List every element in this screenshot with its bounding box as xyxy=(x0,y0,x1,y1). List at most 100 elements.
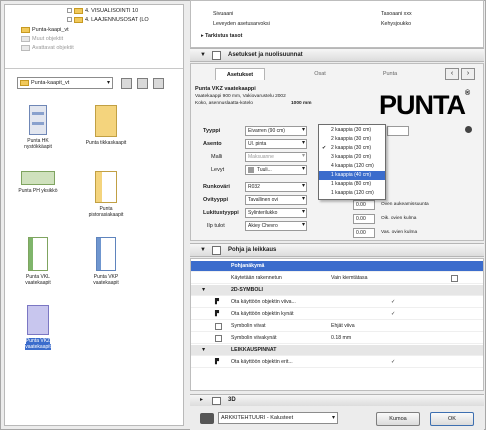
library-item[interactable]: Punta pistorasiakaapit xyxy=(83,171,129,218)
prop-row[interactable]: Käytetään rakennetun Vain kiemtätasa xyxy=(191,273,483,284)
library-item[interactable]: Punta PH yksikkö xyxy=(15,171,61,194)
layer-icon xyxy=(200,413,214,424)
list-view-icon[interactable] xyxy=(153,78,164,89)
prev-button[interactable]: ‹ xyxy=(445,68,459,80)
chevron-down-icon: ▾ xyxy=(331,415,335,421)
next-button[interactable]: › xyxy=(461,68,475,80)
ovityyppi-label: Ovityyppi xyxy=(203,197,229,203)
chevron-down-icon: ▾ xyxy=(301,222,305,228)
oik-kulma-label: Oik. ovien kulma xyxy=(381,216,417,221)
tree-item[interactable]: Muut objektit xyxy=(21,35,63,43)
chevron-down-icon: ▾ xyxy=(106,80,110,86)
tree-item[interactable]: Avattavat objektit xyxy=(21,44,74,52)
vas-kulma-value[interactable]: 0.00 xyxy=(353,228,375,238)
library-pane: 4. VISUALISOINTI 10 4. LAAJENNUSOSAT (LO… xyxy=(4,4,184,426)
folder-icon xyxy=(21,35,30,42)
aukeamis-label: Oven aukeamissuunta xyxy=(381,202,429,207)
section-layers[interactable]: ▸ Tarkistus tasot xyxy=(201,33,242,39)
cabinet-blue-open-icon xyxy=(96,237,116,271)
library-item[interactable]: Punta tikkaskaapit xyxy=(83,105,129,146)
aukeamis-value[interactable]: 0.00 xyxy=(353,200,375,210)
expand-icon[interactable]: ▸ xyxy=(200,395,203,406)
ok-button[interactable]: OK xyxy=(430,412,474,426)
dropdown-option[interactable]: 3 kaappia (20 cm) xyxy=(319,153,385,162)
ovityyppi-select[interactable]: Tavallinen ovi ▾ xyxy=(245,195,307,205)
library-item[interactable]: Punta VKP vaatekaapit xyxy=(83,237,129,286)
ilp-select[interactable]: Akiey Chevro ▾ xyxy=(245,221,307,231)
prop-key: Leveyden asetusarvoksi xyxy=(213,21,270,27)
dropdown-option-selected[interactable]: 1 kaappia (40 cm) xyxy=(319,171,385,180)
library-item[interactable]: Punta HK nystökkäapit xyxy=(15,105,61,150)
floorplan-icon xyxy=(212,246,221,255)
collapse-icon[interactable]: ▼ xyxy=(200,244,206,256)
dropdown-option[interactable]: 2 kaappia (30 cm) xyxy=(319,135,385,144)
prop-row-pohjanakyma[interactable]: Pohjanäkymä xyxy=(191,261,483,272)
chevron-down-icon: ▾ xyxy=(301,166,305,172)
lukitus-select[interactable]: Sylinterilukko ▾ xyxy=(245,208,307,218)
tyyppi-select[interactable]: Eivarren (90 cm) ▾ xyxy=(245,126,307,136)
prop-row[interactable]: ▛ Ota käyttöön objektin kynät ✓ xyxy=(191,309,483,320)
prop-group[interactable]: ▼ 2D-SYMBOLI xyxy=(191,285,483,296)
chevron-down-icon: ▾ xyxy=(301,209,305,215)
runkovari-select[interactable]: R032 ▾ xyxy=(245,182,307,192)
cancel-button[interactable]: Kumoa xyxy=(376,412,420,426)
dialog-footer: ARKKITEHTUURI - Kalusteet ▾ Kumoa OK xyxy=(190,408,484,430)
3d-section-header[interactable]: ▸ 3D xyxy=(190,394,484,406)
folder-tree[interactable]: 4. VISUALISOINTI 10 4. LAAJENNUSOSAT (LO… xyxy=(5,5,183,69)
checkbox[interactable] xyxy=(215,335,222,342)
tree-item[interactable]: 4. VISUALISOINTI 10 xyxy=(67,7,138,15)
preview-field[interactable] xyxy=(387,126,409,136)
checkbox[interactable] xyxy=(215,323,222,330)
prop-row[interactable]: ▛ Ota käyttöön objektin viiva... ✓ xyxy=(191,297,483,308)
folder-up-icon[interactable] xyxy=(121,78,132,89)
folder-combo[interactable]: Punta-kaapit_vt ▾ xyxy=(17,77,113,89)
tab-punta[interactable]: Punta xyxy=(365,68,415,80)
dropdown-option[interactable]: 1 kaappia (80 cm) xyxy=(319,180,385,189)
malli-label: Malli xyxy=(211,154,223,160)
size-dropdown-menu[interactable]: 2 kaappia (30 cm) 2 kaappia (30 cm) ✔ 2 k… xyxy=(318,124,386,200)
levyt-select[interactable]: Tuuli... ▾ xyxy=(245,165,307,175)
prop-row[interactable]: ▛ Ota käyttöön objektin erit... ✓ xyxy=(191,357,483,368)
props-section-header[interactable]: ▼ Pohja ja leikkaus xyxy=(190,243,484,257)
punta-logo: PUNTA® xyxy=(379,90,470,120)
cabinet-purple-icon xyxy=(27,305,49,335)
prop-row[interactable]: Symbolin viivat Ehjät viiva xyxy=(191,321,483,332)
settings-section-header[interactable]: ▼ Asetukset ja nuolisuunnat xyxy=(190,48,484,62)
dropdown-option[interactable]: ✔ 2 kaappia (30 cm) xyxy=(319,144,385,153)
dropdown-option[interactable]: 4 kaappia (120 cm) xyxy=(319,162,385,171)
oik-kulma-value[interactable]: 0.00 xyxy=(353,214,375,224)
vas-kulma-label: Vas. ovien kulma xyxy=(381,230,418,235)
library-item[interactable]: Punta VKL vaatekaapit xyxy=(15,237,61,286)
cabinet-green-low-icon xyxy=(21,171,55,185)
dropdown-option[interactable]: 1 kaappia (120 cm) xyxy=(319,189,385,198)
radio-icon[interactable] xyxy=(465,126,472,133)
folder-icon xyxy=(21,44,30,51)
folder-icon xyxy=(20,79,29,86)
product-size-label: Koko, asennuslaatta-kotelo xyxy=(195,101,253,106)
tab-asetukset[interactable]: Asetukset xyxy=(215,68,265,80)
dropdown-icon[interactable] xyxy=(451,275,458,282)
pen-icon: ▛ xyxy=(215,359,219,365)
dropdown-option[interactable]: 2 kaappia (30 cm) xyxy=(319,126,385,135)
swatch-icon xyxy=(248,166,254,173)
prop-value: Kehysjoukko xyxy=(381,21,412,27)
product-desc: Vaatekaappi 900 mm, Vakiovarustelu 2002 xyxy=(195,94,286,99)
expand-icon[interactable] xyxy=(67,17,72,23)
malli-select[interactable]: Maksuanne ▾ xyxy=(245,152,307,162)
tab-osat[interactable]: Osat xyxy=(295,68,345,80)
runkovari-label: Runkoväri xyxy=(203,184,230,190)
view-mode-icon[interactable] xyxy=(137,78,148,89)
prop-row[interactable]: Symbolin viivakynät 0.18 mm xyxy=(191,333,483,344)
product-size-value: 1000 mm xyxy=(291,101,312,106)
settings-pane: Sivuaani Tasoaani xxx Leveyden asetusarv… xyxy=(190,0,484,430)
tree-item[interactable]: 4. LAAJENNUSOSAT (LO xyxy=(67,16,149,24)
cabinet-yellow-open-icon xyxy=(95,171,117,203)
collapse-icon[interactable]: ▼ xyxy=(200,49,206,61)
library-item-selected[interactable]: Punta VKZ vaatekaapit xyxy=(15,305,61,350)
tree-item[interactable]: Punta-kaapi_vt xyxy=(21,26,69,34)
prop-group[interactable]: ▼ LEIKKAUSPINNAT xyxy=(191,345,483,356)
expand-icon[interactable] xyxy=(67,8,72,14)
layer-combo[interactable]: ARKKITEHTUURI - Kalusteet ▾ xyxy=(218,412,338,424)
asento-select[interactable]: Ul. pinta ▾ xyxy=(245,139,307,149)
prop-value: Tasoaani xxx xyxy=(381,11,412,17)
